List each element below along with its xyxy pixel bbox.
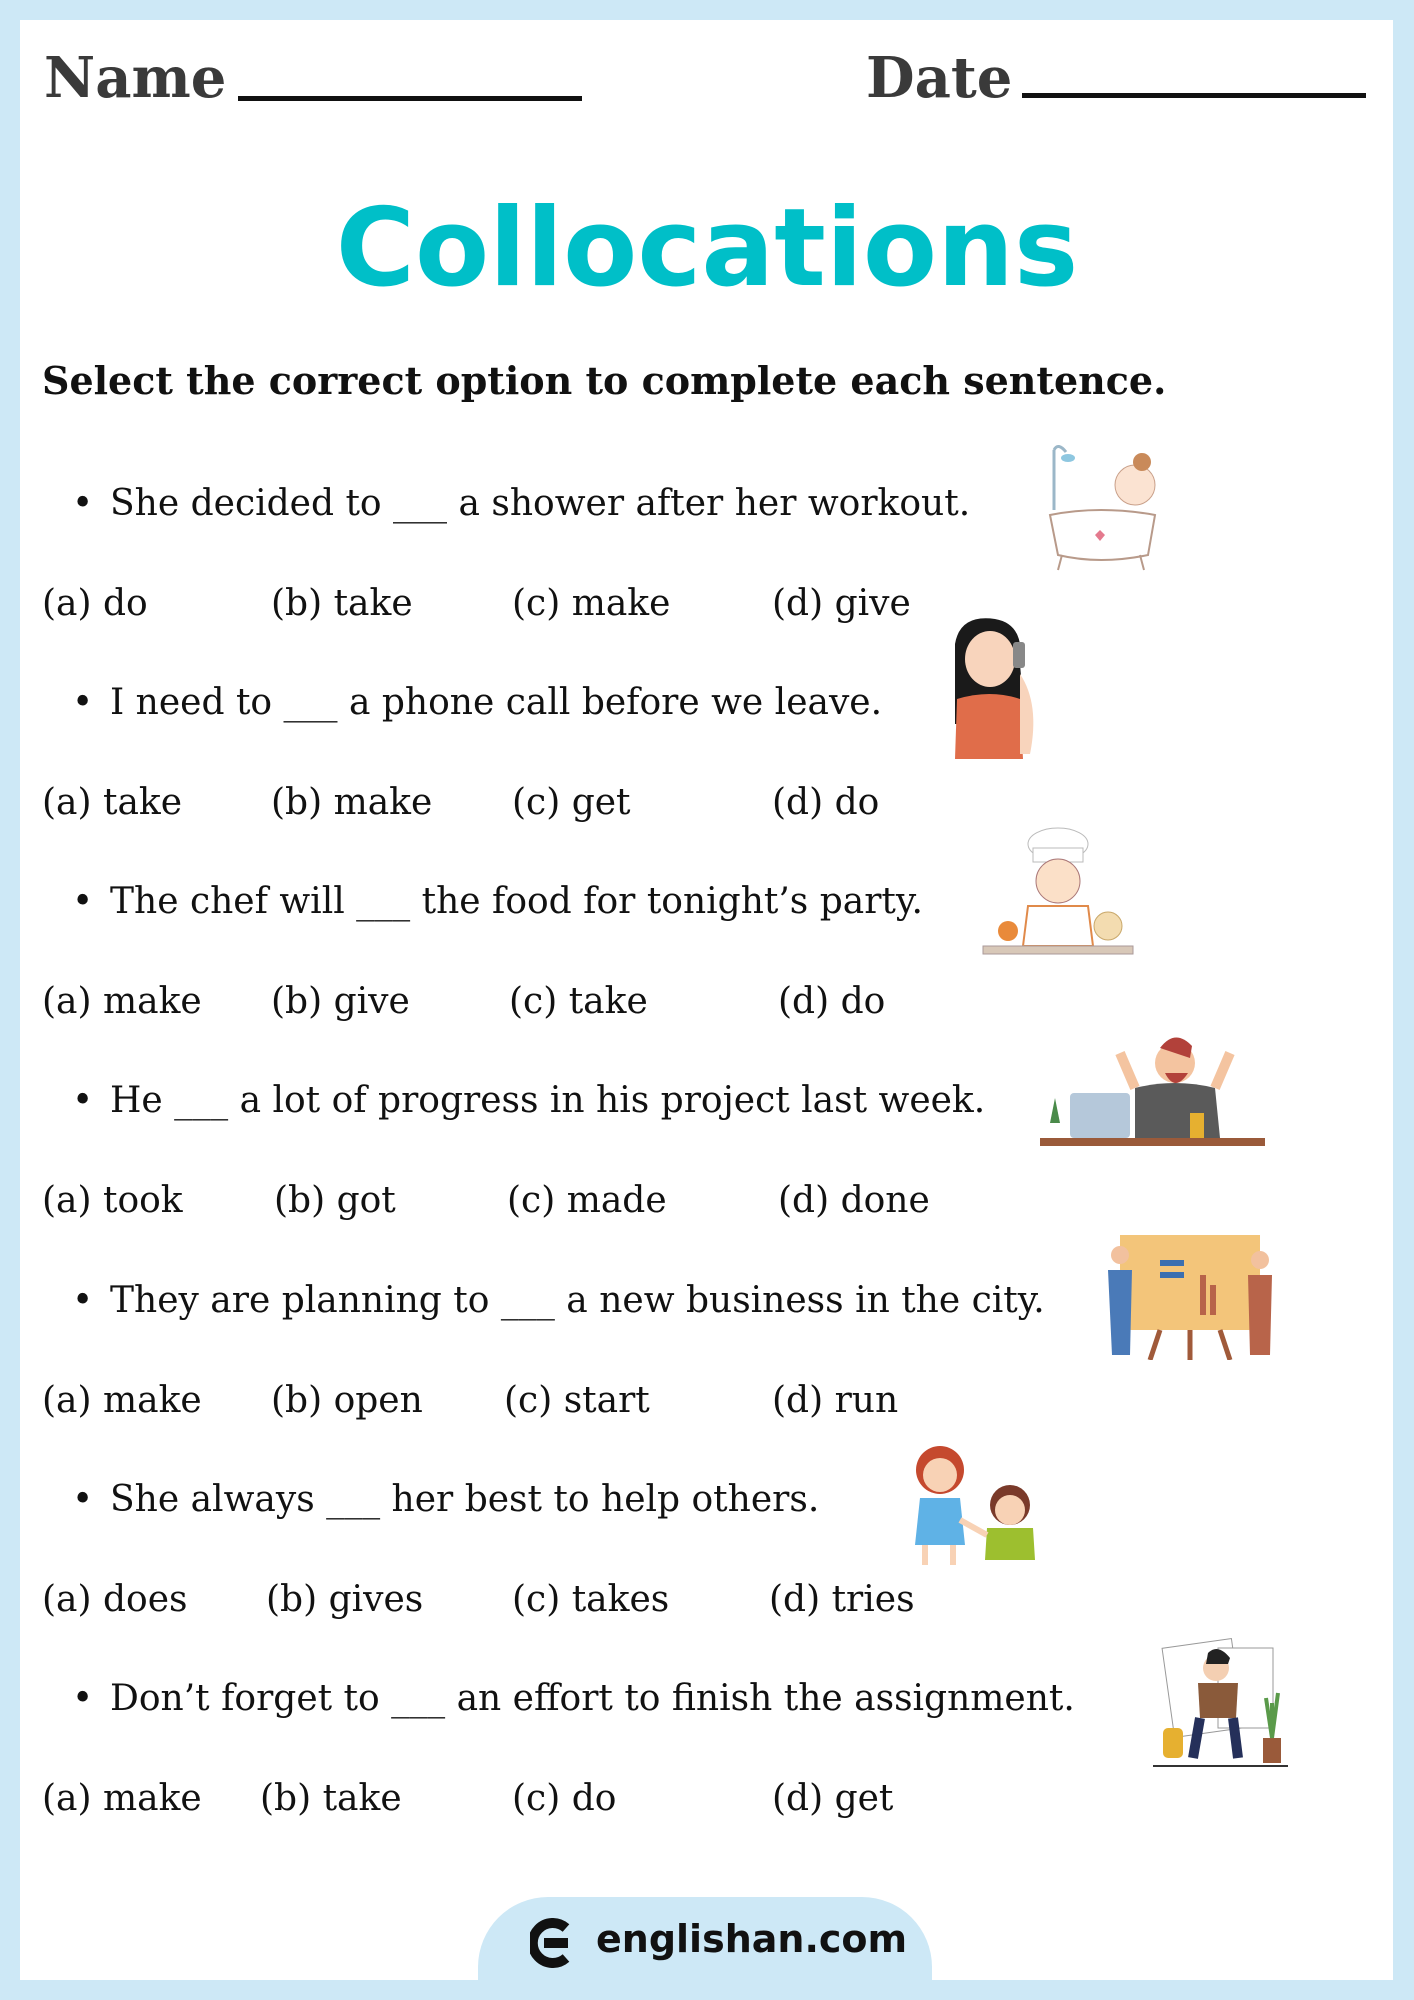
student-assignment-illustration-icon <box>1153 1638 1288 1767</box>
option-c[interactable]: (c) made <box>507 1183 667 1219</box>
option-b[interactable]: (b) open <box>271 1383 423 1419</box>
name-blank-line[interactable] <box>238 96 582 101</box>
option-c[interactable]: (c) start <box>504 1383 650 1419</box>
question-text: Don’t forget to ___ an effort to finish … <box>110 1678 1075 1719</box>
option-d[interactable]: (d) run <box>772 1383 898 1419</box>
planning-board-illustration-icon <box>1108 1235 1272 1360</box>
option-d[interactable]: (d) done <box>778 1183 930 1219</box>
option-a[interactable]: (a) make <box>42 1383 202 1419</box>
option-d[interactable]: (d) get <box>772 1781 893 1817</box>
footer-site-link[interactable]: englishan.com <box>596 1920 907 1958</box>
bullet-icon: • <box>72 682 94 723</box>
option-b[interactable]: (b) take <box>260 1781 402 1817</box>
option-b[interactable]: (b) gives <box>266 1582 423 1618</box>
bullet-icon: • <box>72 1678 94 1719</box>
chef-illustration-icon <box>982 827 1134 955</box>
option-c[interactable]: (c) make <box>512 586 670 622</box>
option-a[interactable]: (a) does <box>42 1582 188 1618</box>
date-blank-line[interactable] <box>1022 93 1366 98</box>
bullet-icon: • <box>72 881 94 922</box>
question-text: She always ___ her best to help others. <box>110 1479 820 1520</box>
option-c[interactable]: (c) take <box>509 984 648 1020</box>
bullet-icon: • <box>72 1479 94 1520</box>
question-1: • She decided to ___ a shower after her w… <box>72 486 970 522</box>
option-a[interactable]: (a) make <box>42 1781 202 1817</box>
question-6: • She always ___ her best to help others. <box>72 1482 819 1518</box>
option-d[interactable]: (d) tries <box>769 1582 915 1618</box>
bathtub-illustration-icon <box>1048 445 1157 571</box>
question-4: • He ___ a lot of progress in his project… <box>72 1083 985 1119</box>
question-text: They are planning to ___ a new business … <box>110 1280 1045 1321</box>
question-text: He ___ a lot of progress in his project … <box>110 1080 986 1121</box>
question-text: I need to ___ a phone call before we lea… <box>110 682 883 723</box>
option-b[interactable]: (b) make <box>271 785 432 821</box>
option-c[interactable]: (c) get <box>512 785 631 821</box>
question-2: • I need to ___ a phone call before we le… <box>72 685 882 721</box>
bullet-icon: • <box>72 483 94 524</box>
man-celebrating-illustration-icon <box>1040 1037 1265 1146</box>
woman-on-phone-illustration-icon <box>955 618 1034 759</box>
option-a[interactable]: (a) make <box>42 984 202 1020</box>
page-title: Collocations <box>335 186 1079 311</box>
option-b[interactable]: (b) take <box>271 586 413 622</box>
question-5: • They are planning to ___ a new business… <box>72 1283 1045 1319</box>
option-a[interactable]: (a) took <box>42 1183 183 1219</box>
option-c[interactable]: (c) takes <box>512 1582 669 1618</box>
option-c[interactable]: (c) do <box>512 1781 616 1817</box>
option-b[interactable]: (b) give <box>271 984 410 1020</box>
option-a[interactable]: (a) take <box>42 785 182 821</box>
option-a[interactable]: (a) do <box>42 586 148 622</box>
option-d[interactable]: (d) do <box>772 785 879 821</box>
question-3: • The chef will ___ the food for tonight’… <box>72 884 923 920</box>
option-d[interactable]: (d) give <box>772 586 911 622</box>
option-b[interactable]: (b) got <box>274 1183 396 1219</box>
option-d[interactable]: (d) do <box>778 984 885 1020</box>
date-label: Date <box>866 45 1013 111</box>
bullet-icon: • <box>72 1280 94 1321</box>
name-label: Name <box>44 45 227 111</box>
question-7: • Don’t forget to ___ an effort to finish… <box>72 1681 1075 1717</box>
question-text: She decided to ___ a shower after her wo… <box>110 483 971 524</box>
question-text: The chef will ___ the food for tonight’s… <box>110 881 923 922</box>
bullet-icon: • <box>72 1080 94 1121</box>
instructions: Select the correct option to complete ea… <box>42 358 1167 403</box>
englishan-logo-icon <box>530 1918 570 1968</box>
girl-helping-child-illustration-icon <box>915 1446 1035 1565</box>
